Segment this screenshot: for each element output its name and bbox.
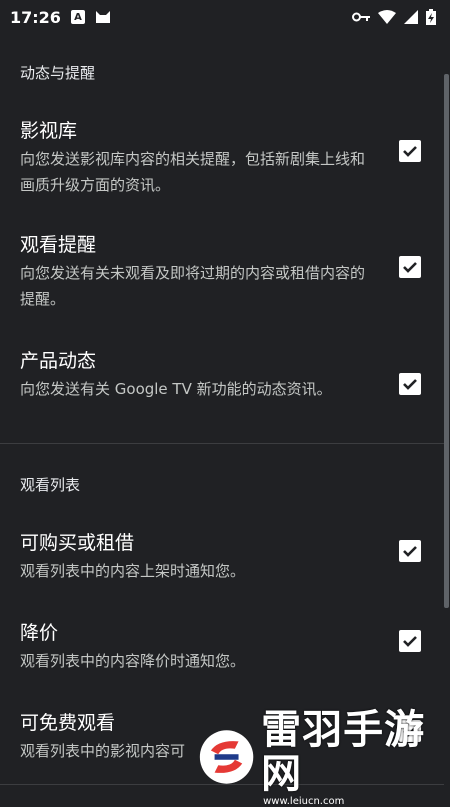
setting-item-title: 观看提醒 [20, 234, 97, 256]
setting-item-description: 向您发送有关 Google TV 新功能的动态资讯。 [20, 380, 332, 398]
watermark-url: www.leiucn.com [263, 795, 345, 807]
checkbox-product-news[interactable] [399, 373, 421, 395]
check-icon [403, 379, 417, 390]
wifi-icon [378, 10, 396, 24]
check-icon [403, 636, 417, 647]
setting-item-title: 降价 [20, 622, 59, 644]
setting-item-title: 影视库 [20, 120, 78, 142]
app-notification-icon: A [70, 10, 85, 24]
checkbox-library[interactable] [399, 140, 421, 162]
status-bar: 17:26 A [0, 0, 450, 34]
battery-charging-icon [426, 9, 436, 25]
setting-item-title: 可购买或租借 [20, 532, 135, 554]
signal-icon [404, 10, 418, 24]
status-time: 17:26 [10, 7, 61, 27]
cat-icon [95, 11, 110, 23]
checkbox-price-drop[interactable] [399, 630, 421, 652]
check-icon [403, 546, 417, 557]
check-icon [403, 262, 417, 273]
key-icon [352, 12, 370, 22]
setting-item-title: 可免费观看 [20, 712, 116, 734]
watermark: 雷羽手游网 www.leiucn.com [198, 708, 450, 807]
checkbox-watch-reminders[interactable] [399, 256, 421, 278]
watermark-brand: 雷羽手游网 [261, 706, 426, 797]
section-title-watchlist: 观看列表 [20, 476, 81, 494]
setting-item-description: 向您发送影视库内容的相关提醒，包括新剧集上线和画质升级方面的资讯。 [20, 150, 366, 194]
setting-item-description: 向您发送有关未观看及即将过期的内容或租借内容的提醒。 [20, 264, 366, 308]
check-icon [403, 146, 417, 157]
watermark-logo-icon [199, 730, 254, 784]
checkbox-available[interactable] [399, 540, 421, 562]
settings-list[interactable]: 动态与提醒 影视库 向您发送影视库内容的相关提醒，包括新剧集上线和画质升级方面的… [0, 34, 450, 800]
section-divider [0, 443, 444, 444]
section-title-alerts: 动态与提醒 [20, 64, 96, 82]
setting-item-description: 观看列表中的内容上架时通知您。 [20, 562, 246, 580]
setting-item-description: 观看列表中的内容降价时通知您。 [20, 652, 246, 670]
setting-item-title: 产品动态 [20, 350, 97, 372]
scrollbar[interactable] [444, 74, 449, 608]
